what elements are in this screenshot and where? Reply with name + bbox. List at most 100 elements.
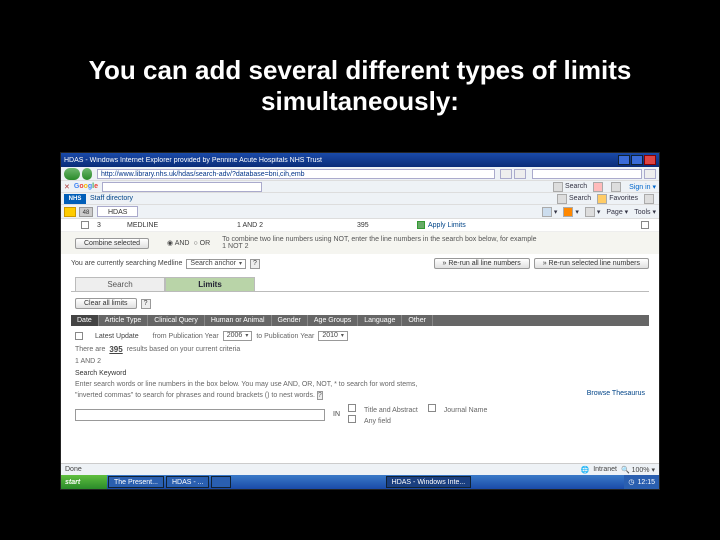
address-row: http://www.library.nhs.uk/hdas/search-ad… <box>61 167 659 181</box>
check-icon <box>417 221 425 229</box>
filter-article-type[interactable]: Article Type <box>99 315 148 326</box>
row-count: 395 <box>357 222 417 229</box>
live-search-input[interactable] <box>532 169 642 179</box>
google-search-input[interactable] <box>102 182 262 192</box>
searching-label: You are currently searching Medline <box>71 260 182 267</box>
google-more-btn[interactable] <box>611 182 623 192</box>
rerun-all-button[interactable]: » Re-run all line numbers <box>434 258 530 269</box>
history-line: 1 AND 2 <box>61 356 659 367</box>
radio-and[interactable]: ◉ AND <box>167 239 189 247</box>
close-button[interactable] <box>644 155 656 165</box>
slide-headline: You can add several different types of l… <box>0 0 720 135</box>
clear-all-limits-button[interactable]: Clear all limits <box>75 298 137 309</box>
from-year-label: from Publication Year <box>153 333 219 340</box>
google-search-btn[interactable]: Search <box>553 182 587 192</box>
search-history-row: 3 MEDLINE 1 AND 2 395 Apply Limits <box>61 219 659 232</box>
filter-language[interactable]: Language <box>358 315 402 326</box>
row-checkbox[interactable] <box>81 221 89 229</box>
help-icon-2[interactable]: ? <box>141 299 151 309</box>
close-icon[interactable]: ✕ <box>64 183 70 191</box>
filter-clinical-query[interactable]: Clinical Query <box>148 315 205 326</box>
taskbar-item-active[interactable]: HDAS - Windows Inte... <box>386 476 472 488</box>
nhs-logo: NHS <box>64 194 86 204</box>
back-button[interactable] <box>64 168 80 180</box>
refresh-button[interactable] <box>500 169 512 179</box>
page-menu[interactable]: Page ▾ <box>606 208 628 216</box>
browse-thesaurus-link[interactable]: Browse Thesaurus <box>587 390 645 397</box>
search-anchor-dropdown[interactable]: Search anchor <box>186 259 246 269</box>
latest-update-checkbox[interactable] <box>75 332 83 340</box>
help-icon[interactable]: ? <box>250 259 260 269</box>
home-menu[interactable]: ▾ <box>542 207 558 217</box>
page-content: 3 MEDLINE 1 AND 2 395 Apply Limits Combi… <box>61 219 659 485</box>
to-year-dropdown[interactable]: 2010 <box>318 331 348 341</box>
status-zoom[interactable]: 🔍 100% ▾ <box>621 466 655 474</box>
nhs-toolbar: NHS Staff directory Search Favorites <box>61 193 659 205</box>
combine-selected-button[interactable]: Combine selected <box>75 238 149 249</box>
status-zone: Intranet <box>593 466 617 473</box>
status-done: Done <box>65 466 82 473</box>
maximize-button[interactable] <box>631 155 643 165</box>
tab-count-icon: 48 <box>79 207 93 217</box>
google-signin[interactable]: Sign in ▾ <box>629 183 656 191</box>
browser-tab[interactable]: HDAS <box>97 206 138 217</box>
system-tray[interactable]: ◷ 12:15 <box>624 475 659 489</box>
date-limit-row: Latest Update from Publication Year 2006… <box>61 329 659 343</box>
to-year-label: to Publication Year <box>256 333 314 340</box>
tab-limits[interactable]: Limits <box>165 277 255 291</box>
filter-human-animal[interactable]: Human or Animal <box>205 315 272 326</box>
taskbar-item-2[interactable]: HDAS - ... <box>166 476 210 488</box>
row-db: MEDLINE <box>127 222 237 229</box>
help-icon-3[interactable]: ? <box>317 391 323 400</box>
latest-update-label: Latest Update <box>95 333 139 340</box>
filter-date[interactable]: Date <box>71 315 99 326</box>
planet-icon: 🌐 <box>580 466 589 474</box>
status-bar: Done 🌐 Intranet 🔍 100% ▾ <box>61 463 659 475</box>
keyword-input[interactable] <box>75 409 325 421</box>
main-tabs: Search Limits <box>75 277 659 291</box>
taskbar-item-1[interactable]: The Present... <box>108 476 164 488</box>
search-input-row: IN Title and Abstract Journal Name Any f… <box>61 402 659 427</box>
search-go-button[interactable] <box>644 169 656 179</box>
favorites-star-icon[interactable] <box>64 207 76 217</box>
tray-icon: ◷ <box>628 478 634 486</box>
nhs-tool-btn[interactable] <box>644 194 656 204</box>
row-trailing-checkbox[interactable] <box>641 221 649 229</box>
google-logo: Google <box>74 183 98 190</box>
search-keyword-heading: Search Keyword <box>75 370 126 377</box>
from-year-dropdown[interactable]: 2006 <box>223 331 253 341</box>
currently-searching-row: You are currently searching Medline Sear… <box>61 254 659 273</box>
taskbar-item-3[interactable] <box>211 476 231 488</box>
staff-directory-link[interactable]: Staff directory <box>90 195 133 202</box>
keyword-hint-1: Enter search words or line numbers in th… <box>75 381 417 388</box>
address-bar[interactable]: http://www.library.nhs.uk/hdas/search-ad… <box>97 169 495 179</box>
field-checkbox-2[interactable] <box>348 415 356 423</box>
minimize-button[interactable] <box>618 155 630 165</box>
forward-button[interactable] <box>82 168 92 180</box>
apply-limits-link[interactable]: Apply Limits <box>417 221 466 229</box>
combine-hint: To combine two line numbers using NOT, e… <box>222 236 542 250</box>
filter-age-groups[interactable]: Age Groups <box>308 315 358 326</box>
stop-button[interactable] <box>514 169 526 179</box>
window-titlebar: HDAS - Windows Internet Explorer provide… <box>61 153 659 167</box>
filter-other[interactable]: Other <box>402 315 433 326</box>
combine-row: Combine selected ◉ AND ○ OR To combine t… <box>61 232 659 254</box>
tools-menu[interactable]: Tools ▾ <box>634 208 656 216</box>
filter-category-bar: Date Article Type Clinical Query Human o… <box>71 315 649 326</box>
field-checkbox-1[interactable] <box>348 404 356 412</box>
radio-or[interactable]: ○ OR <box>193 240 210 247</box>
nhs-fav-btn[interactable]: Favorites <box>597 194 638 204</box>
rerun-selected-button[interactable]: » Re-run selected line numbers <box>534 258 649 269</box>
nhs-search-btn[interactable]: Search <box>557 194 591 204</box>
tab-search[interactable]: Search <box>75 277 165 291</box>
google-fav-btn[interactable] <box>593 182 605 192</box>
start-button[interactable]: start <box>61 475 107 489</box>
filter-gender[interactable]: Gender <box>272 315 308 326</box>
clock: 12:15 <box>637 479 655 486</box>
print-menu[interactable]: ▾ <box>585 207 601 217</box>
rss-menu[interactable]: ▾ <box>563 207 579 217</box>
result-count: 395 <box>109 345 122 354</box>
in-label: IN <box>333 411 340 418</box>
result-count-line: There are 395 results based on your curr… <box>61 343 659 356</box>
field-checkbox-3[interactable] <box>428 404 436 412</box>
